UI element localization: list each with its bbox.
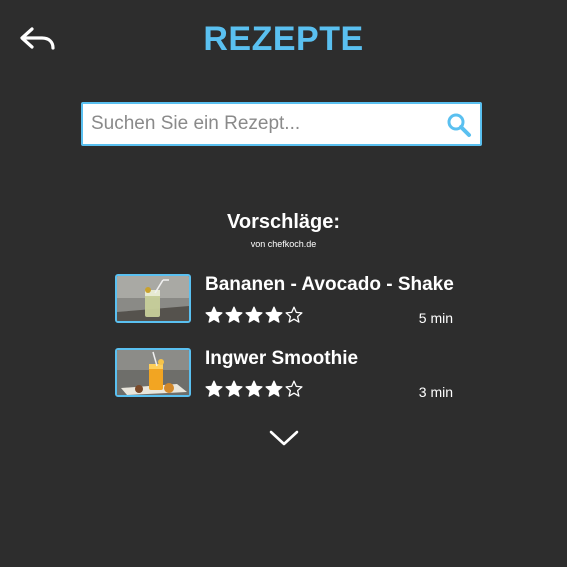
star-filled-icon xyxy=(265,306,283,323)
chevron-down-icon xyxy=(269,430,299,446)
page-title: REZEPTE xyxy=(203,20,364,58)
star-filled-icon xyxy=(205,380,223,397)
recipe-name: Bananen - Avocado - Shake xyxy=(205,274,454,295)
recipe-item[interactable]: Bananen - Avocado - Shake 5 min xyxy=(115,274,455,328)
recipe-time: 5 min xyxy=(418,310,453,326)
star-rating xyxy=(205,380,303,398)
star-filled-icon xyxy=(225,306,243,323)
recipe-time: 3 min xyxy=(418,384,453,400)
star-empty-icon xyxy=(285,380,303,397)
recipe-thumbnail xyxy=(115,348,191,397)
star-empty-icon xyxy=(285,306,303,323)
recipe-item[interactable]: Ingwer Smoothie 3 min xyxy=(115,348,455,402)
search-input[interactable] xyxy=(91,104,441,144)
star-filled-icon xyxy=(265,380,283,397)
search-icon[interactable] xyxy=(446,112,472,138)
star-filled-icon xyxy=(245,380,263,397)
suggestions-heading: Vorschläge: xyxy=(227,211,340,233)
star-filled-icon xyxy=(245,306,263,323)
recipes-screen: REZEPTE Vorschläge: von chefkoch.de Bana… xyxy=(0,0,567,567)
star-filled-icon xyxy=(225,380,243,397)
star-filled-icon xyxy=(205,306,223,323)
search-box[interactable] xyxy=(81,102,482,146)
suggestions-source: von chefkoch.de xyxy=(250,239,317,249)
recipe-name: Ingwer Smoothie xyxy=(205,348,359,369)
recipe-thumbnail xyxy=(115,274,191,323)
show-more-button[interactable] xyxy=(268,428,300,448)
star-rating xyxy=(205,306,303,324)
